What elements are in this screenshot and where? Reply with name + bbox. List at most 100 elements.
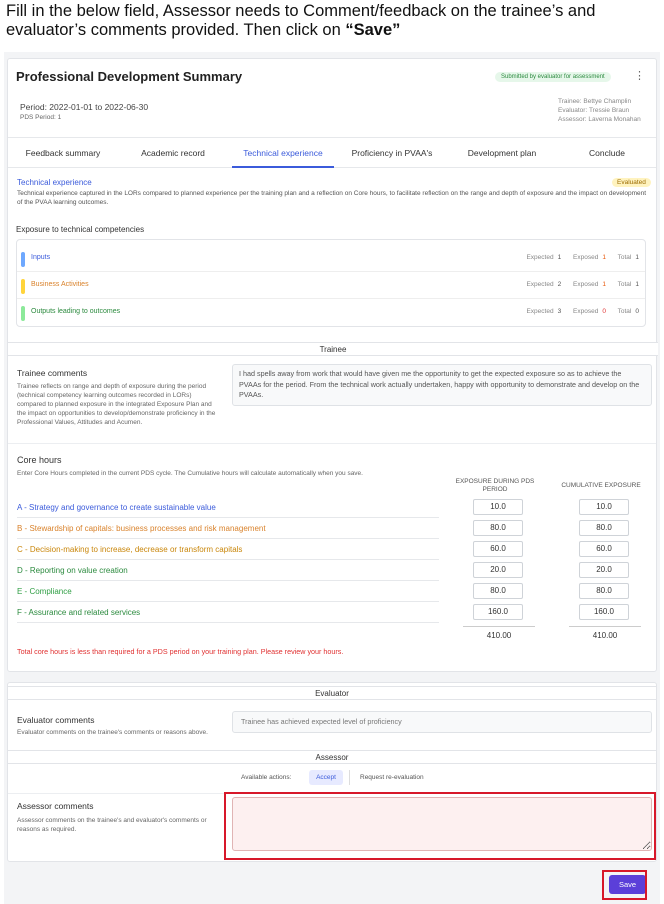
period-hours-input[interactable]: 80.0 <box>473 520 523 536</box>
total-value: 1 <box>635 254 639 261</box>
action-divider <box>349 770 350 785</box>
exposure-heading: Exposure to technical competencies <box>16 225 145 234</box>
page-title: Professional Development Summary <box>16 69 243 84</box>
competency-stats: Expected 2 Exposed 1 Total 1 <box>526 281 639 288</box>
evaluator-comments-title: Evaluator comments <box>17 715 95 725</box>
cumulative-hours-input[interactable]: 10.0 <box>579 499 629 515</box>
competency-stats: Expected 3 Exposed 0 Total 0 <box>526 308 639 315</box>
core-hours-title: Core hours <box>17 455 62 465</box>
tab-proficiency-pvaas[interactable]: Proficiency in PVAA's <box>342 138 442 168</box>
total-value: 0 <box>635 308 639 315</box>
tech-title: Technical experience <box>17 178 92 187</box>
cumulative-hours-input[interactable]: 20.0 <box>579 562 629 578</box>
exposed-label: Exposed <box>573 254 599 261</box>
total-label: Total <box>617 308 632 315</box>
trainee-comments-title: Trainee comments <box>17 368 88 378</box>
period-hours-input[interactable]: 10.0 <box>473 499 523 515</box>
exposed-value: 1 <box>602 254 606 261</box>
tech-description: Technical experience captured in the LOR… <box>17 190 647 206</box>
total-label: Total <box>617 281 632 288</box>
total-value: 1 <box>635 281 639 288</box>
tab-development-plan[interactable]: Development plan <box>453 138 551 168</box>
competency-list: Inputs Expected 1 Exposed 1 Total 1 Busines… <box>16 239 646 327</box>
competency-color-bar <box>21 279 25 294</box>
competency-color-bar <box>21 306 25 321</box>
expected-label: Expected <box>526 308 554 315</box>
period-hours-input[interactable]: 80.0 <box>473 583 523 599</box>
trainee-comment-field[interactable]: I had spells away from work that would h… <box>232 364 652 406</box>
list-item: Outputs leading to outcomes Expected 3 Ex… <box>17 300 645 326</box>
exposed-label: Exposed <box>573 308 599 315</box>
instruction-save-emphasis: “Save” <box>345 21 401 39</box>
period-hours-input[interactable]: 60.0 <box>473 541 523 557</box>
cumulative-hours-input[interactable]: 80.0 <box>579 520 629 536</box>
expected-value: 3 <box>557 308 562 315</box>
competency-label: Outputs leading to outcomes <box>31 308 121 315</box>
assessor-comments-help: Assessor comments on the trainee's and e… <box>17 817 207 833</box>
divider <box>8 443 656 444</box>
hours-label: A - Strategy and governance to create su… <box>17 503 216 512</box>
competency-label: Business Activities <box>31 281 89 288</box>
summary-panel: Professional Development Summary Submitt… <box>7 58 658 672</box>
hours-label: D - Reporting on value creation <box>17 566 128 575</box>
assessor-name: Assessor: Laverna Monahan <box>558 116 641 123</box>
list-item: Business Activities Expected 2 Exposed 1 T… <box>17 273 645 299</box>
tab-technical-experience[interactable]: Technical experience <box>232 138 334 168</box>
trainee-comments-help: Trainee reflects on range and depth of e… <box>17 383 216 426</box>
exposed-value: 0 <box>602 308 606 315</box>
total-cumulative-hours: 410.00 <box>569 626 641 640</box>
highlight-assessor-comment <box>224 792 656 860</box>
table-row: D - Reporting on value creation <box>17 560 439 581</box>
assessor-comments-title: Assessor comments <box>17 801 94 811</box>
request-reevaluation-button[interactable]: Request re-evaluation <box>360 774 424 781</box>
expected-label: Expected <box>526 281 554 288</box>
competency-label: Inputs <box>31 254 51 261</box>
evaluator-comments-help: Evaluator comments on the trainee's comm… <box>17 729 208 736</box>
app-screen: Professional Development Summary Submitt… <box>4 52 660 904</box>
core-hours-help: Enter Core Hours completed in the curren… <box>17 470 363 477</box>
instruction-text: Fill in the below field, Assessor needs … <box>6 2 658 40</box>
table-row: E - Compliance <box>17 581 439 602</box>
tab-feedback-summary[interactable]: Feedback summary <box>14 138 112 168</box>
core-hours-warning: Total core hours is less than required f… <box>17 647 344 656</box>
hours-label: F - Assurance and related services <box>17 608 141 617</box>
hours-label: B - Stewardship of capitals: business pr… <box>17 524 266 533</box>
more-menu-icon[interactable]: ⋮ <box>634 69 645 82</box>
hours-label: C - Decision-making to increase, decreas… <box>17 545 243 554</box>
hours-label: E - Compliance <box>17 587 72 596</box>
table-row: B - Stewardship of capitals: business pr… <box>17 518 439 539</box>
table-row: F - Assurance and related services <box>17 602 439 623</box>
col-cumulative-header: CUMULATIVE EXPOSURE <box>561 482 641 489</box>
pds-period: PDS Period: 1 <box>20 114 62 121</box>
evaluator-section-header: Evaluator <box>8 686 656 700</box>
cumulative-hours-input[interactable]: 80.0 <box>579 583 629 599</box>
evaluator-comment-field[interactable]: Trainee has achieved expected level of p… <box>232 711 652 733</box>
status-badge: Submitted by evaluator for assessment <box>495 72 611 82</box>
expected-value: 2 <box>557 281 562 288</box>
assessor-section-header: Assessor <box>8 750 656 764</box>
tab-conclude[interactable]: Conclude <box>564 138 650 168</box>
competency-color-bar <box>21 252 25 267</box>
tab-bar: Feedback summary Academic record Technic… <box>8 137 656 168</box>
table-row: C - Decision-making to increase, decreas… <box>17 539 439 560</box>
highlight-save-button <box>602 870 647 900</box>
accept-button[interactable]: Accept <box>309 770 343 785</box>
tab-academic-record[interactable]: Academic record <box>123 138 223 168</box>
period-hours-input[interactable]: 20.0 <box>473 562 523 578</box>
evaluated-badge: Evaluated <box>612 178 651 187</box>
exposed-value: 1 <box>602 281 606 288</box>
cumulative-hours-input[interactable]: 160.0 <box>579 604 629 620</box>
expected-value: 1 <box>557 254 562 261</box>
evaluator-name: Evaluator: Tressie Braun <box>558 107 630 114</box>
total-period-hours: 410.00 <box>463 626 535 640</box>
total-label: Total <box>617 254 632 261</box>
period-hours-input[interactable]: 160.0 <box>473 604 523 620</box>
trainee-name: Trainee: Bettye Champlin <box>558 98 632 105</box>
instruction-body: Fill in the below field, Assessor needs … <box>6 2 596 39</box>
col-period-header: EXPOSURE DURING PDS PERIOD <box>455 478 535 493</box>
exposed-label: Exposed <box>573 281 599 288</box>
table-row: A - Strategy and governance to create su… <box>17 497 439 518</box>
cumulative-hours-input[interactable]: 60.0 <box>579 541 629 557</box>
core-hours-table: A - Strategy and governance to create su… <box>17 497 657 647</box>
trainee-section-header: Trainee <box>8 342 658 356</box>
